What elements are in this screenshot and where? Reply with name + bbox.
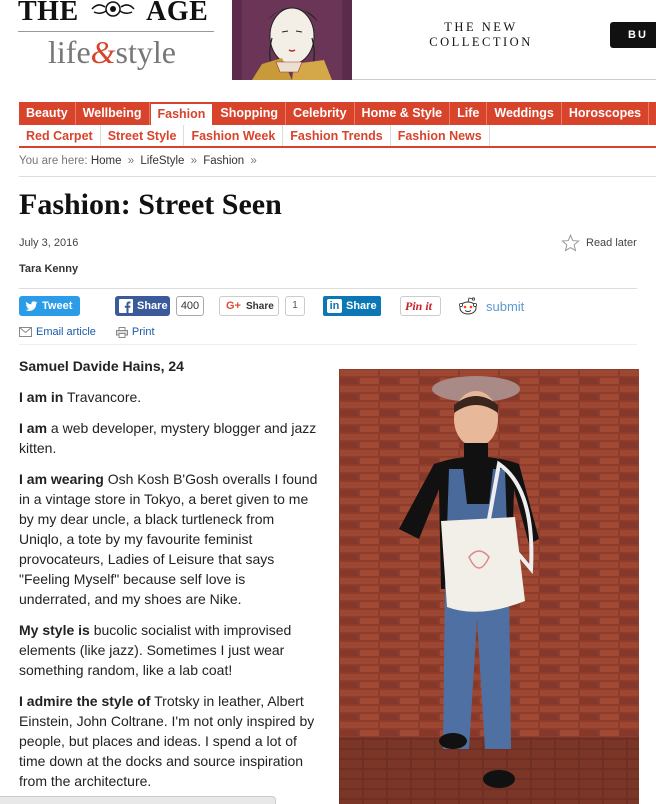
ad-headline: THE NEW COLLECTION [416, 20, 546, 50]
article-paragraph: I am a web developer, mystery blogger an… [19, 418, 319, 458]
facebook-share-button[interactable]: Share [115, 296, 170, 316]
linkedin-share-button[interactable]: in Share [323, 296, 381, 316]
nav-item-beauty[interactable]: Beauty [19, 102, 76, 125]
breadcrumb-item-fashion[interactable]: Fashion [203, 155, 244, 167]
divider [19, 344, 637, 345]
nav-item-shopping[interactable]: Shopping [213, 102, 287, 125]
breadcrumb-separator: » [190, 155, 198, 167]
nav-item-weddings[interactable]: Weddings [487, 102, 562, 125]
subnav-item-fashion-news[interactable]: Fashion News [391, 125, 490, 146]
primary-nav: Beauty Wellbeing Fashion Shopping Celebrity H… [19, 102, 656, 125]
subnav-item-red-carpet[interactable]: Red Carpet [19, 125, 101, 146]
printer-icon [115, 326, 128, 338]
advertisement-banner[interactable]: THE NEW COLLECTION BU [232, 0, 656, 80]
nav-item-life[interactable]: Life [450, 102, 488, 125]
logo-word-style: style [115, 34, 176, 70]
paragraph-text: Travancore. [63, 389, 142, 405]
ad-line-2: COLLECTION [429, 35, 533, 49]
reddit-alien-icon [458, 297, 477, 315]
article-paragraph: I am in Travancore. [19, 387, 319, 407]
facebook-f-icon [119, 299, 133, 313]
reddit-submit-label: submit [486, 298, 525, 314]
page-title: Fashion: Street Seen [19, 188, 282, 221]
nav-item-home-style[interactable]: Home & Style [355, 102, 451, 125]
star-icon [561, 234, 580, 252]
paragraph-text: a web developer, mystery blogger and jaz… [19, 420, 317, 456]
read-later-button[interactable]: Read later [561, 234, 637, 252]
print-label: Print [131, 326, 155, 338]
gplus-share-label: Share [245, 300, 274, 312]
subnav-item-fashion-trends[interactable]: Fashion Trends [283, 125, 391, 146]
logo-ampersand: & [90, 34, 116, 70]
street-style-photo[interactable] [339, 369, 639, 804]
nav-item-c[interactable]: C [649, 102, 656, 125]
logo-word-life: life [48, 34, 91, 70]
breadcrumb-item-home[interactable]: Home [91, 155, 122, 167]
pinterest-pin-button[interactable]: Pin it [400, 296, 441, 316]
email-article-link[interactable]: Email article [19, 326, 96, 338]
author-byline[interactable]: Tara Kenny [19, 263, 78, 275]
subject-name: Samuel Davide Hains, 24 [19, 358, 184, 374]
logo-word-the: THE [18, 0, 79, 27]
paragraph-lead: My style is [19, 622, 90, 638]
linkedin-icon: in [327, 299, 342, 313]
breadcrumb-separator: » [127, 155, 135, 167]
tweet-label: Tweet [42, 300, 73, 312]
paragraph-lead: I am [19, 420, 48, 436]
pinterest-label: Pin it [405, 298, 433, 313]
article-date: July 3, 2016 [19, 237, 79, 249]
nav-item-celebrity[interactable]: Celebrity [286, 102, 355, 125]
breadcrumb: You are here: Home » LifeStyle » Fashion… [19, 155, 260, 167]
horizontal-scrollbar[interactable] [0, 796, 276, 804]
the-age-logo[interactable]: THE AGE [18, 0, 208, 28]
article-paragraph: I am wearing Osh Kosh B'Gosh overalls I … [19, 469, 319, 609]
masthead-divider [18, 31, 214, 32]
paragraph-lead: I am in [19, 389, 64, 405]
paragraph-lead: I am wearing [19, 471, 104, 487]
linkedin-share-label: Share [346, 300, 377, 312]
nav-item-fashion[interactable]: Fashion [149, 103, 214, 125]
paragraph-text: Osh Kosh B'Gosh overalls I found in a vi… [19, 471, 318, 607]
crest-icon [91, 1, 135, 17]
secondary-nav: Red Carpet Street Style Fashion Week Fashio… [19, 125, 656, 148]
reddit-submit-button[interactable]: submit [458, 296, 538, 316]
breadcrumb-prefix: You are here: [19, 155, 88, 167]
ad-buy-button[interactable]: BU [610, 22, 656, 48]
article-body: Samuel Davide Hains, 24 I am in Travanco… [19, 356, 319, 802]
masthead[interactable]: THE AGE life&style [18, 0, 218, 80]
article-paragraph: I admire the style of Trotsky in leather… [19, 691, 319, 791]
gplus-share-count: 1 [285, 296, 305, 316]
facebook-share-count: 400 [176, 296, 204, 316]
facebook-share-label: Share [137, 300, 168, 312]
life-style-logo[interactable]: life&style [48, 34, 176, 71]
divider [19, 176, 656, 177]
read-later-label: Read later [586, 237, 637, 249]
email-article-label: Email article [36, 326, 96, 338]
article-utility-links: Email article Print [19, 326, 155, 338]
gplus-icon: G+ [226, 300, 241, 312]
ad-illustration [232, 0, 352, 80]
breadcrumb-separator: » [250, 155, 257, 167]
paragraph-lead: I admire the style of [19, 693, 151, 709]
envelope-icon [19, 327, 32, 337]
subnav-item-fashion-week[interactable]: Fashion Week [184, 125, 284, 146]
article-paragraph: My style is bucolic socialist with impro… [19, 620, 319, 680]
breadcrumb-item-lifestyle[interactable]: LifeStyle [140, 155, 184, 167]
logo-word-age: AGE [146, 0, 209, 27]
nav-item-wellbeing[interactable]: Wellbeing [76, 102, 150, 125]
tweet-button[interactable]: Tweet [19, 296, 80, 316]
subnav-item-street-style[interactable]: Street Style [101, 125, 185, 146]
print-link[interactable]: Print [115, 326, 155, 338]
nav-item-horoscopes[interactable]: Horoscopes [562, 102, 650, 125]
twitter-bird-icon [25, 300, 38, 311]
ad-line-1: THE NEW [444, 20, 518, 34]
gplus-share-button[interactable]: G+ Share [219, 296, 279, 316]
divider [19, 288, 637, 289]
